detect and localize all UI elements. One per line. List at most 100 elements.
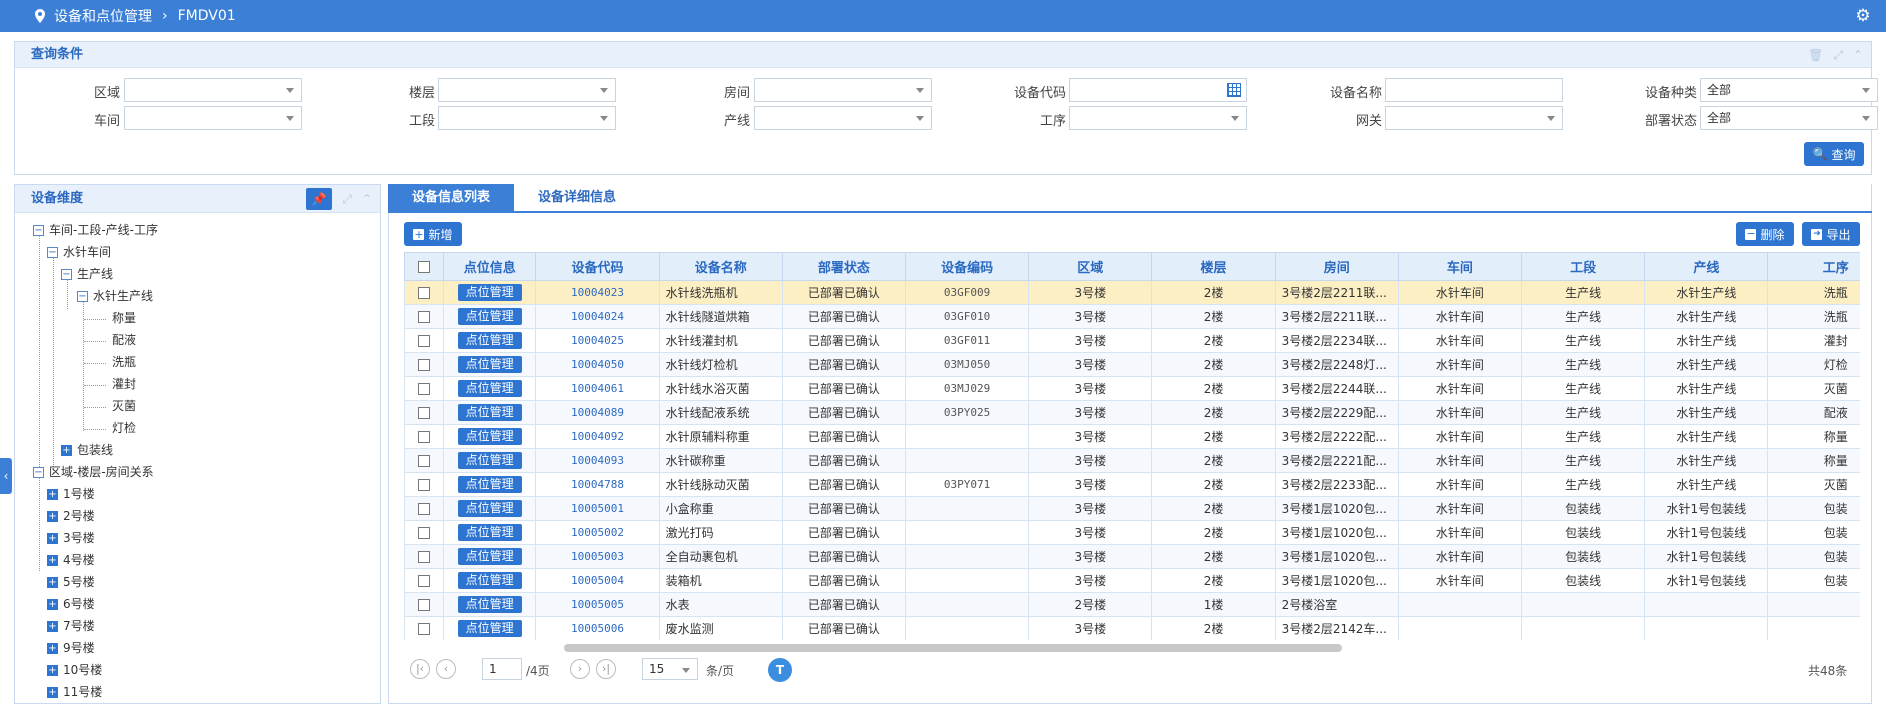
next-page-button[interactable]: ›	[570, 659, 590, 679]
row-select-cell[interactable]	[404, 544, 444, 569]
row-checkbox[interactable]	[418, 431, 430, 443]
row-checkbox[interactable]	[418, 359, 430, 371]
table-row[interactable]: 点位管理 10005005 水表 已部署已确认 2号楼 1楼 2号楼浴室	[404, 592, 1860, 617]
tree-node-process[interactable]: 称量	[112, 309, 136, 327]
expand-node-icon[interactable]: +	[47, 643, 58, 654]
tree-node-process[interactable]: 灯检	[112, 419, 136, 437]
tree-node-process[interactable]: 灌封	[112, 375, 136, 393]
query-select[interactable]	[754, 106, 932, 130]
pin-icon[interactable]: 📌	[306, 188, 333, 210]
first-page-button[interactable]: |‹	[410, 659, 430, 679]
expand-icon[interactable]: ⤢	[342, 188, 352, 210]
point-manage-button[interactable]: 点位管理	[457, 500, 522, 517]
row-checkbox[interactable]	[418, 311, 430, 323]
table-row[interactable]: 点位管理 10004025 水针线灌封机 已部署已确认 03GF011 3号楼 2楼 3号楼2…	[404, 328, 1860, 353]
table-row[interactable]: 点位管理 10005006 废水监测 已部署已确认 3号楼 2楼 3号楼2层2142车...	[404, 616, 1860, 640]
query-select[interactable]	[124, 78, 302, 102]
add-button[interactable]: + 新增	[404, 222, 462, 246]
collapse-node-icon[interactable]: −	[47, 247, 58, 258]
device-code-cell[interactable]: 10004788	[535, 472, 660, 497]
column-header[interactable]: 车间	[1397, 252, 1523, 281]
table-row[interactable]: 点位管理 10004050 水针线灯检机 已部署已确认 03MJ050 3号楼 2楼 3号楼2…	[404, 352, 1860, 377]
column-header[interactable]: 区域	[1028, 252, 1153, 281]
query-select[interactable]	[1385, 106, 1563, 130]
tree-node-building[interactable]: 6号楼	[63, 595, 95, 613]
query-select[interactable]	[754, 78, 932, 102]
table-row[interactable]: 点位管理 10005003 全自动裹包机 已部署已确认 3号楼 2楼 3号楼1层1020包.…	[404, 544, 1860, 569]
expand-node-icon[interactable]: +	[61, 445, 72, 456]
device-code-cell[interactable]: 10004092	[535, 424, 660, 449]
device-code-cell[interactable]: 10005001	[535, 496, 660, 521]
prev-page-button[interactable]: ‹	[436, 659, 456, 679]
expand-node-icon[interactable]: +	[47, 577, 58, 588]
row-checkbox[interactable]	[418, 599, 430, 611]
device-code-cell[interactable]: 10005005	[535, 592, 660, 617]
table-row[interactable]: 点位管理 10004023 水针线洗瓶机 已部署已确认 03GF009 3号楼 2楼 3号楼2…	[404, 280, 1860, 305]
point-manage-button[interactable]: 点位管理	[457, 308, 522, 325]
expand-node-icon[interactable]: +	[47, 687, 58, 698]
column-header[interactable]: 设备代码	[535, 252, 660, 281]
table-row[interactable]: 点位管理 10004089 水针线配液系统 已部署已确认 03PY025 3号楼 2楼 3号楼…	[404, 400, 1860, 425]
table-row[interactable]: 点位管理 10004093 水针碳称重 已部署已确认 3号楼 2楼 3号楼2层2221配..…	[404, 448, 1860, 473]
row-select-cell[interactable]	[404, 592, 444, 617]
device-code-cell[interactable]: 10004061	[535, 376, 660, 401]
row-checkbox[interactable]	[418, 455, 430, 467]
row-select-cell[interactable]	[404, 352, 444, 377]
collapse-node-icon[interactable]: −	[33, 467, 44, 478]
tab-device-detail[interactable]: 设备详细信息	[514, 184, 640, 212]
collapse-node-icon[interactable]: −	[33, 225, 44, 236]
row-select-cell[interactable]	[404, 520, 444, 545]
table-row[interactable]: 点位管理 10005002 激光打码 已部署已确认 3号楼 2楼 3号楼1层1020包...…	[404, 520, 1860, 545]
point-manage-button[interactable]: 点位管理	[457, 356, 522, 373]
breadcrumb-module[interactable]: 设备和点位管理	[54, 6, 152, 26]
tree-node-building[interactable]: 3号楼	[63, 529, 95, 547]
table-row[interactable]: 点位管理 10005004 装箱机 已部署已确认 3号楼 2楼 3号楼1层1020包... 水…	[404, 568, 1860, 593]
column-header[interactable]: 工段	[1521, 252, 1646, 281]
query-select[interactable]: 全部	[1700, 106, 1878, 130]
tree-node-section[interactable]: 生产线	[77, 265, 113, 283]
row-checkbox[interactable]	[418, 407, 430, 419]
point-manage-button[interactable]: 点位管理	[457, 572, 522, 589]
row-select-cell[interactable]	[404, 328, 444, 353]
collapse-node-icon[interactable]: −	[77, 291, 88, 302]
query-text-input[interactable]	[1385, 78, 1563, 102]
point-manage-button[interactable]: 点位管理	[457, 284, 522, 301]
point-manage-button[interactable]: 点位管理	[457, 548, 522, 565]
row-checkbox[interactable]	[418, 287, 430, 299]
row-select-cell[interactable]	[404, 568, 444, 593]
tree-node-building[interactable]: 11号楼	[63, 683, 102, 701]
row-checkbox[interactable]	[418, 479, 430, 491]
row-checkbox[interactable]	[418, 527, 430, 539]
row-checkbox[interactable]	[418, 551, 430, 563]
tree-node-line[interactable]: 水针生产线	[93, 287, 153, 305]
calendar-icon[interactable]	[1227, 83, 1241, 97]
last-page-button[interactable]: ›|	[596, 659, 616, 679]
tree-node-building[interactable]: 7号楼	[63, 617, 95, 635]
expand-node-icon[interactable]: +	[47, 511, 58, 522]
table-row[interactable]: 点位管理 10004024 水针线隧道烘箱 已部署已确认 03GF010 3号楼 2楼 3号楼…	[404, 304, 1860, 329]
expand-node-icon[interactable]: +	[47, 555, 58, 566]
sidebar-toggle-handle[interactable]: ‹	[0, 458, 12, 494]
gear-icon[interactable]: ⚙	[1854, 7, 1872, 25]
expand-node-icon[interactable]: +	[47, 665, 58, 676]
column-header[interactable]: 工序	[1767, 252, 1860, 281]
query-select[interactable]	[438, 78, 616, 102]
device-code-cell[interactable]: 10005006	[535, 616, 660, 640]
tree-node-process[interactable]: 配液	[112, 331, 136, 349]
query-select[interactable]	[1069, 106, 1247, 130]
point-manage-button[interactable]: 点位管理	[457, 332, 522, 349]
point-manage-button[interactable]: 点位管理	[457, 404, 522, 421]
collapse-icon[interactable]: ⌃	[1853, 48, 1863, 62]
row-select-cell[interactable]	[404, 400, 444, 425]
point-manage-button[interactable]: 点位管理	[457, 428, 522, 445]
row-select-cell[interactable]	[404, 280, 444, 305]
column-header[interactable]: 设备编码	[904, 252, 1030, 281]
device-code-cell[interactable]: 10005003	[535, 544, 660, 569]
select-all-checkbox[interactable]	[418, 260, 430, 273]
device-code-cell[interactable]: 10004023	[535, 280, 660, 305]
delete-button[interactable]: − 删除	[1736, 222, 1794, 246]
column-header[interactable]: 产线	[1644, 252, 1769, 281]
refresh-icon[interactable]: T	[768, 658, 792, 682]
expand-node-icon[interactable]: +	[47, 621, 58, 632]
expand-node-icon[interactable]: +	[47, 533, 58, 544]
